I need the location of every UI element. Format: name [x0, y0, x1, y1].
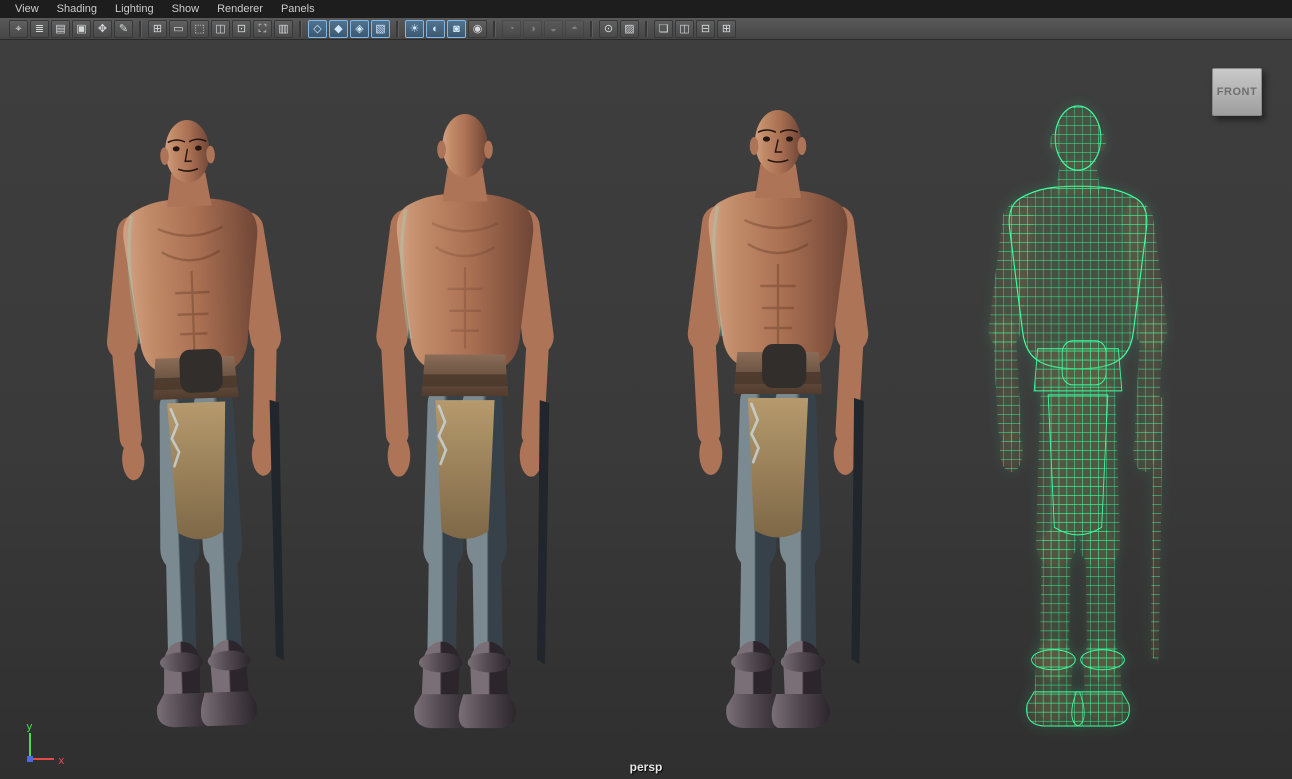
textured-icon[interactable]: ▧	[371, 19, 390, 38]
shadows-icon[interactable]: ◐	[426, 19, 445, 38]
use-all-lights-icon[interactable]: ☀	[405, 19, 424, 38]
quad-pane-layout-icon[interactable]: ⊞	[717, 19, 736, 38]
xray-icon[interactable]: ▨	[620, 19, 639, 38]
menu-shading[interactable]: Shading	[48, 1, 106, 17]
toolbar-divider	[396, 20, 399, 37]
grid-icon[interactable]: ⊞	[148, 19, 167, 38]
bookmark-view-icon[interactable]: ▤	[51, 19, 70, 38]
motion-blur-icon[interactable]: ◉	[468, 19, 487, 38]
image-plane-icon[interactable]: ▣	[72, 19, 91, 38]
toolbar-divider	[590, 20, 593, 37]
image-plane-front-card[interactable]: FRONT	[1212, 68, 1262, 116]
safe-title-icon[interactable]: ▥	[274, 19, 293, 38]
two-d-pan-zoom-icon[interactable]: ✥	[93, 19, 112, 38]
menu-show[interactable]: Show	[163, 1, 209, 17]
menu-panels[interactable]: Panels	[272, 1, 324, 17]
maya-viewport-window: { "menu_bar": { "items": [ {"label": "Vi…	[0, 0, 1292, 779]
exposure-icon[interactable]: ◔	[502, 19, 521, 38]
gate-mask-icon[interactable]: ◫	[211, 19, 230, 38]
resolution-gate-icon[interactable]: ⬚	[190, 19, 209, 38]
menu-renderer[interactable]: Renderer	[208, 1, 272, 17]
field-chart-icon[interactable]: ⊡	[232, 19, 251, 38]
toolbar-divider	[299, 20, 302, 37]
panel-menu-bar: View Shading Lighting Show Renderer Pane…	[0, 0, 1292, 18]
contrast-icon[interactable]: ◑	[523, 19, 542, 38]
wireframe-shade-icon[interactable]: ◇	[308, 19, 327, 38]
flat-shade-icon[interactable]: ◈	[350, 19, 369, 38]
grease-pencil-icon[interactable]: ✎	[114, 19, 133, 38]
image-plane-front-label: FRONT	[1216, 86, 1258, 98]
smooth-shade-icon[interactable]: ◆	[329, 19, 348, 38]
color-management-icon[interactable]: ◓	[565, 19, 584, 38]
menu-lighting[interactable]: Lighting	[106, 1, 163, 17]
camera-name-label: persp	[629, 760, 663, 774]
model-wireframe-view[interactable]	[964, 98, 1192, 740]
toolbar-divider	[493, 20, 496, 37]
single-pane-layout-icon[interactable]: ❏	[654, 19, 673, 38]
y-axis-label: y	[26, 720, 33, 733]
model-front-view[interactable]	[663, 102, 893, 742]
stacked-pane-layout-icon[interactable]: ⊟	[696, 19, 715, 38]
model-three-quarter-view[interactable]	[75, 108, 319, 743]
safe-action-icon[interactable]: ⛶	[253, 19, 272, 38]
model-back-view[interactable]	[352, 106, 578, 742]
toolbar-divider	[645, 20, 648, 37]
perspective-viewport[interactable]: FRONT y x persp	[0, 40, 1292, 779]
camera-attributes-icon[interactable]: ≣	[30, 19, 49, 38]
isolate-select-icon[interactable]: ⊙	[599, 19, 618, 38]
film-gate-icon[interactable]: ▭	[169, 19, 188, 38]
gamma-icon[interactable]: ◒	[544, 19, 563, 38]
screen-space-ao-icon[interactable]: ◙	[447, 19, 466, 38]
panel-toolbar: ⌖ ≣ ▤ ▣ ✥ ✎ ⊞ ▭ ⬚ ◫ ⊡ ⛶ ▥ ◇ ◆ ◈ ▧ ☀ ◐ ◙ ◉ ◔ ◑ ◒ ◓ ⊙ ▨ ❏ ◫ ⊟ ⊞	[0, 18, 1292, 40]
select-camera-icon[interactable]: ⌖	[9, 19, 28, 38]
toolbar-divider	[139, 20, 142, 37]
side-by-side-pane-layout-icon[interactable]: ◫	[675, 19, 694, 38]
menu-view[interactable]: View	[6, 1, 48, 17]
